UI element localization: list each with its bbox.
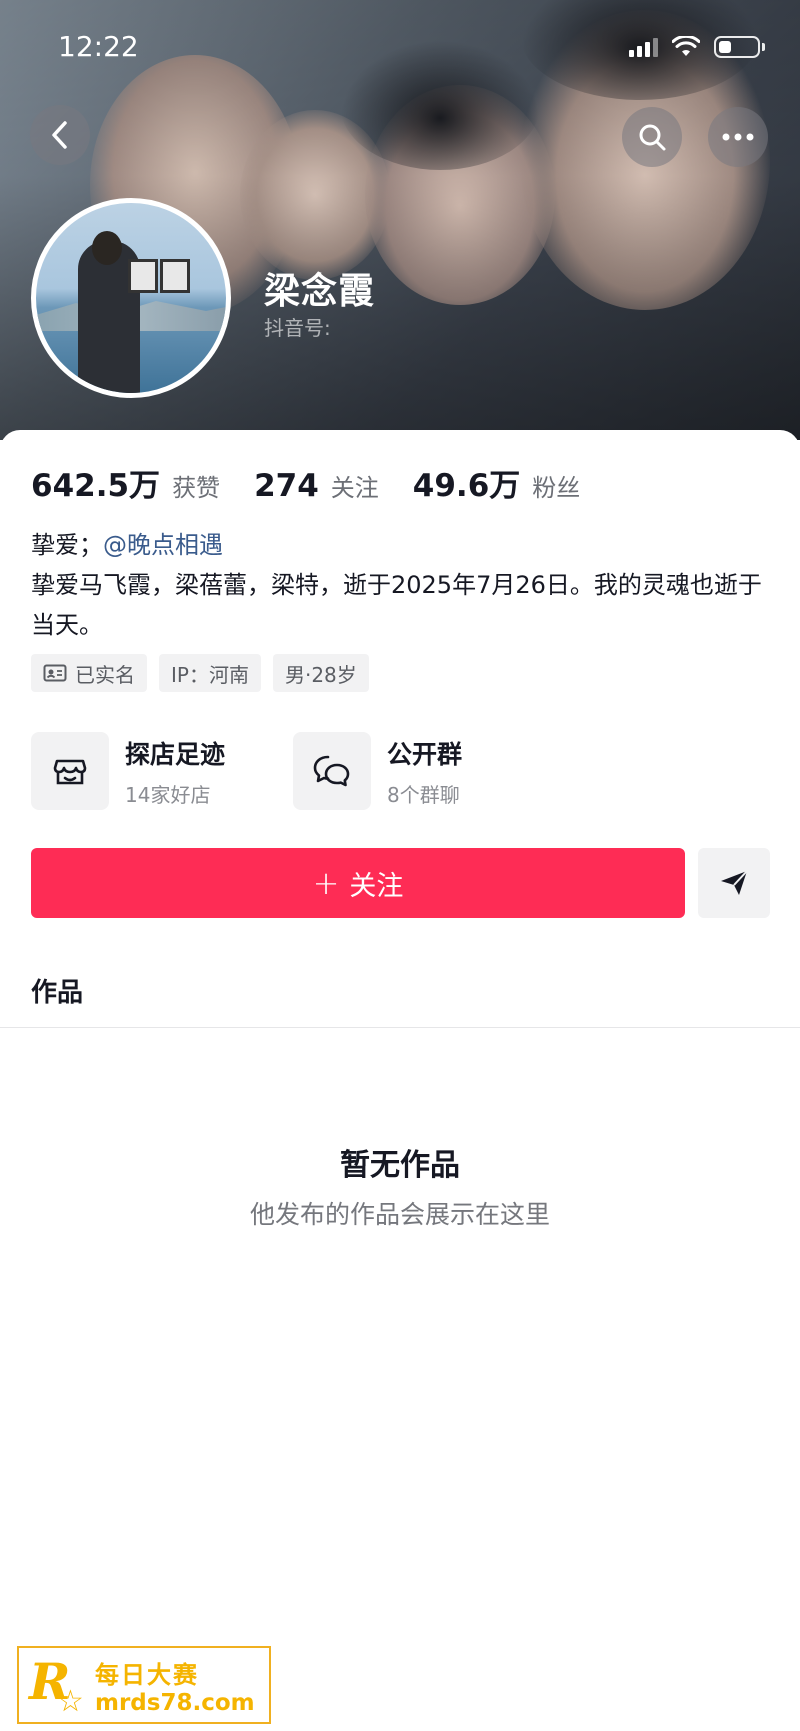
stat-followers[interactable]: 49.6万 粉丝 xyxy=(413,460,581,505)
stat-label: 获赞 xyxy=(172,474,221,502)
battery-tip xyxy=(762,43,765,51)
empty-state-subtitle: 他发布的作品会展示在这里 xyxy=(249,1200,550,1229)
chevron-left-icon xyxy=(52,121,67,149)
shortcut-text: 探店足迹 14家好店 xyxy=(125,735,225,808)
stat-following[interactable]: 274 关注 xyxy=(254,468,379,504)
watermark-line1: 每日大赛 xyxy=(95,1660,199,1689)
signal-icon xyxy=(629,37,658,57)
bio-line: 挚爱；@晚点相遇 xyxy=(31,525,223,560)
storefront-icon xyxy=(31,732,109,810)
avatar-photo-frame xyxy=(128,259,158,293)
bio-text: 挚爱马飞霞，梁蓓蕾，梁特，逝于2025年7月26日。我的灵魂也逝于当天。 xyxy=(31,571,762,639)
shortcut-title: 公开群 xyxy=(387,739,463,769)
shortcut-row: 探店足迹 14家好店 公开群 8个群聊 xyxy=(31,732,523,810)
empty-state-title: 暂无作品 xyxy=(340,1148,460,1183)
battery-icon xyxy=(714,36,760,58)
watermark-text: 每日大赛 mrds78.com xyxy=(95,1655,255,1716)
profile-tags: 已实名 IP：河南 男·28岁 xyxy=(31,654,369,692)
bio-mention-link[interactable]: @晚点相遇 xyxy=(103,531,223,559)
avatar-person-head xyxy=(92,231,122,265)
tab-divider xyxy=(0,1027,800,1028)
avatar-photo-frame xyxy=(160,259,190,293)
profile-name: 梁念霞 xyxy=(264,271,376,312)
shortcut-title: 探店足迹 xyxy=(125,739,226,769)
back-button[interactable] xyxy=(30,105,90,165)
follow-label: 关注 xyxy=(349,870,404,902)
stat-value: 642.5万 xyxy=(31,468,161,504)
send-icon xyxy=(721,870,748,895)
verified-tag: 已实名 xyxy=(31,654,147,692)
status-icons xyxy=(629,36,765,58)
stat-value: 49.6万 xyxy=(412,468,521,504)
stat-value: 274 xyxy=(254,468,319,504)
douyin-id[interactable]: 抖音号: xyxy=(264,312,331,341)
search-button[interactable] xyxy=(622,107,682,167)
shortcut-subtitle: 8个群聊 xyxy=(387,782,460,807)
watermark-logo: R ☆ xyxy=(27,1652,87,1719)
status-time: 12:22 xyxy=(58,30,139,63)
ip-tag: IP：河南 xyxy=(159,654,261,692)
profile-card: 642.5万 获赞 274 关注 49.6万 粉丝 挚爱；@晚点相遇 挚爱马飞霞… xyxy=(0,430,800,1731)
ip-label: IP：河南 xyxy=(171,662,249,687)
watermark-line2: mrds78.com xyxy=(95,1689,255,1716)
more-dots-icon xyxy=(722,133,754,141)
verified-label: 已实名 xyxy=(75,662,135,687)
more-options-button[interactable] xyxy=(708,107,768,167)
status-bar: 12:22 xyxy=(0,28,800,68)
gender-age-label: 男·28岁 xyxy=(284,662,357,687)
shortcut-text: 公开群 8个群聊 xyxy=(387,735,462,808)
id-card-icon xyxy=(43,664,67,682)
stats-row: 642.5万 获赞 274 关注 49.6万 粉丝 xyxy=(31,460,614,505)
search-icon xyxy=(639,124,666,151)
stat-label: 关注 xyxy=(330,474,379,502)
stat-label: 粉丝 xyxy=(532,474,581,502)
shortcut-store-visits[interactable]: 探店足迹 14家好店 xyxy=(31,732,261,810)
avatar[interactable] xyxy=(31,198,231,398)
tab-works[interactable]: 作品 xyxy=(31,972,83,1009)
message-button[interactable] xyxy=(698,848,770,918)
shortcut-public-groups[interactable]: 公开群 8个群聊 xyxy=(293,732,523,810)
follow-button[interactable]: + 关注 xyxy=(31,848,685,918)
watermark-badge: R ☆ 每日大赛 mrds78.com xyxy=(17,1646,271,1724)
chat-bubbles-icon xyxy=(293,732,371,810)
shortcut-subtitle: 14家好店 xyxy=(125,782,211,807)
gender-age-tag: 男·28岁 xyxy=(272,654,369,692)
stat-likes: 642.5万 获赞 xyxy=(31,460,220,505)
plus-icon: + xyxy=(312,864,340,902)
bio-prefix: 挚爱； xyxy=(31,531,103,559)
star-icon: ☆ xyxy=(57,1684,84,1719)
wifi-icon xyxy=(672,36,700,56)
